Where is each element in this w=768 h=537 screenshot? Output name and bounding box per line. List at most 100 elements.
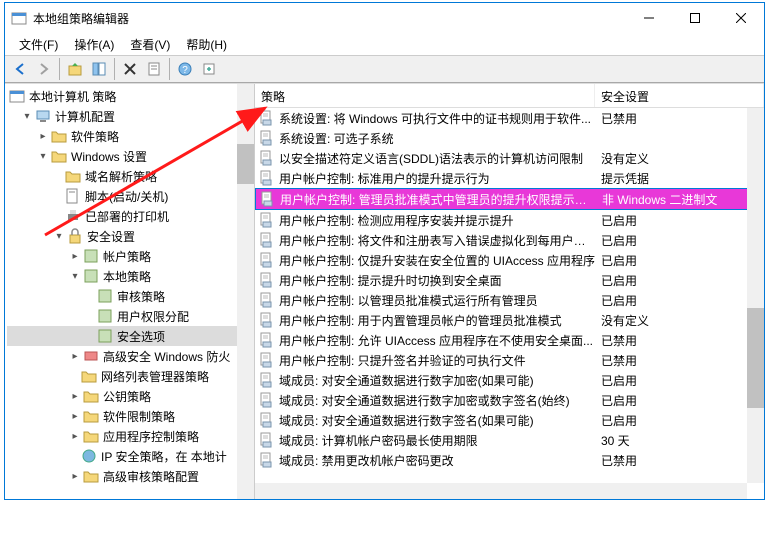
tree-account-policies[interactable]: ▸帐户策略 bbox=[7, 246, 252, 266]
policy-row[interactable]: 用户帐户控制: 仅提升安装在安全位置的 UIAccess 应用程序已启用 bbox=[255, 250, 764, 270]
policy-icon bbox=[259, 452, 275, 468]
policy-name: 用户帐户控制: 检测应用程序安装并提示提升 bbox=[279, 212, 595, 229]
policy-row[interactable]: 用户帐户控制: 只提升签名并验证的可执行文件已禁用 bbox=[255, 350, 764, 370]
policy-icon bbox=[259, 432, 275, 448]
policy-row[interactable]: 域成员: 对安全通道数据进行数字加密(如果可能)已启用 bbox=[255, 370, 764, 390]
policy-icon bbox=[260, 191, 276, 207]
app-icon bbox=[11, 10, 27, 26]
forward-button[interactable] bbox=[33, 58, 55, 80]
tree-root[interactable]: 本地计算机 策略 bbox=[7, 86, 252, 106]
tree-software-settings[interactable]: ▸软件策略 bbox=[7, 126, 252, 146]
policy-row[interactable]: 域成员: 对安全通道数据进行数字加密或数字签名(始终)已启用 bbox=[255, 390, 764, 410]
policy-name: 用户帐户控制: 将文件和注册表写入错误虚拟化到每用户位置 bbox=[279, 232, 595, 249]
policy-row[interactable]: 用户帐户控制: 检测应用程序安装并提示提升已启用 bbox=[255, 210, 764, 230]
content-area: 本地计算机 策略 ▾计算机配置 ▸软件策略 ▾Windows 设置 域名解析策略… bbox=[5, 83, 764, 499]
policy-icon bbox=[259, 292, 275, 308]
tree-computer-config[interactable]: ▾计算机配置 bbox=[7, 106, 252, 126]
policy-name: 用户帐户控制: 仅提升安装在安全位置的 UIAccess 应用程序 bbox=[279, 252, 595, 269]
tree-audit-policy[interactable]: 审核策略 bbox=[7, 286, 252, 306]
policy-icon bbox=[259, 312, 275, 328]
policy-row[interactable]: 用户帐户控制: 提示提升时切换到安全桌面已启用 bbox=[255, 270, 764, 290]
tree: 本地计算机 策略 ▾计算机配置 ▸软件策略 ▾Windows 设置 域名解析策略… bbox=[5, 84, 254, 499]
tree-network-list[interactable]: 网络列表管理器策略 bbox=[7, 366, 252, 386]
policy-setting: 已启用 bbox=[595, 232, 764, 249]
policy-row[interactable]: 用户帐户控制: 管理员批准模式中管理员的提升权限提示的...非 Windows … bbox=[255, 188, 764, 210]
policy-row[interactable]: 用户帐户控制: 用于内置管理员帐户的管理员批准模式没有定义 bbox=[255, 310, 764, 330]
titlebar: 本地组策略编辑器 bbox=[5, 3, 764, 33]
list-vscrollbar[interactable] bbox=[747, 108, 764, 483]
menu-action[interactable]: 操作(A) bbox=[66, 34, 122, 55]
policy-setting: 提示凭据 bbox=[595, 170, 764, 187]
policy-setting: 已启用 bbox=[595, 392, 764, 409]
policy-row[interactable]: 域成员: 对安全通道数据进行数字签名(如果可能)已启用 bbox=[255, 410, 764, 430]
policy-name: 域成员: 计算机帐户密码最长使用期限 bbox=[279, 432, 595, 449]
policy-row[interactable]: 用户帐户控制: 允许 UIAccess 应用程序在不使用安全桌面...已禁用 bbox=[255, 330, 764, 350]
tree-security-options[interactable]: 安全选项 bbox=[7, 326, 252, 346]
column-security[interactable]: 安全设置 bbox=[595, 84, 764, 107]
tree-firewall[interactable]: ▸高级安全 Windows 防火 bbox=[7, 346, 252, 366]
menu-file[interactable]: 文件(F) bbox=[11, 34, 66, 55]
help-button[interactable]: ? bbox=[174, 58, 196, 80]
policy-icon bbox=[259, 110, 275, 126]
policy-row[interactable]: 以安全描述符定义语言(SDDL)语法表示的计算机访问限制没有定义 bbox=[255, 148, 764, 168]
list-header: 策略 安全设置 bbox=[255, 84, 764, 108]
tree-windows-settings[interactable]: ▾Windows 设置 bbox=[7, 146, 252, 166]
column-policy[interactable]: 策略 bbox=[255, 84, 595, 107]
properties-button[interactable] bbox=[143, 58, 165, 80]
policy-icon bbox=[259, 412, 275, 428]
up-button[interactable] bbox=[64, 58, 86, 80]
policy-row[interactable]: 系统设置: 可选子系统 bbox=[255, 128, 764, 148]
list-body[interactable]: 系统设置: 将 Windows 可执行文件中的证书规则用于软件...已禁用系统设… bbox=[255, 108, 764, 470]
policy-setting: 已禁用 bbox=[595, 452, 764, 469]
policy-row[interactable]: 系统设置: 将 Windows 可执行文件中的证书规则用于软件...已禁用 bbox=[255, 108, 764, 128]
policy-setting: 已启用 bbox=[595, 212, 764, 229]
policy-icon bbox=[259, 392, 275, 408]
list-hscrollbar[interactable] bbox=[255, 483, 747, 499]
policy-name: 系统设置: 将 Windows 可执行文件中的证书规则用于软件... bbox=[279, 110, 595, 127]
tree-pane[interactable]: 本地计算机 策略 ▾计算机配置 ▸软件策略 ▾Windows 设置 域名解析策略… bbox=[5, 84, 255, 499]
list-pane: 策略 安全设置 系统设置: 将 Windows 可执行文件中的证书规则用于软件.… bbox=[255, 84, 764, 499]
tree-public-key[interactable]: ▸公钥策略 bbox=[7, 386, 252, 406]
minimize-button[interactable] bbox=[626, 3, 672, 33]
separator bbox=[59, 58, 60, 80]
policy-icon bbox=[259, 212, 275, 228]
policy-name: 以安全描述符定义语言(SDDL)语法表示的计算机访问限制 bbox=[279, 150, 595, 167]
policy-setting: 已启用 bbox=[595, 372, 764, 389]
show-hide-tree-button[interactable] bbox=[88, 58, 110, 80]
back-button[interactable] bbox=[9, 58, 31, 80]
policy-row[interactable]: 用户帐户控制: 标准用户的提升提示行为提示凭据 bbox=[255, 168, 764, 188]
policy-setting: 已启用 bbox=[595, 252, 764, 269]
policy-name: 用户帐户控制: 管理员批准模式中管理员的提升权限提示的... bbox=[280, 191, 596, 208]
policy-icon bbox=[259, 150, 275, 166]
tree-software-restriction[interactable]: ▸软件限制策略 bbox=[7, 406, 252, 426]
policy-icon bbox=[259, 170, 275, 186]
policy-name: 系统设置: 可选子系统 bbox=[279, 130, 595, 147]
tree-user-rights[interactable]: 用户权限分配 bbox=[7, 306, 252, 326]
delete-button[interactable] bbox=[119, 58, 141, 80]
policy-name: 用户帐户控制: 用于内置管理员帐户的管理员批准模式 bbox=[279, 312, 595, 329]
tree-app-control[interactable]: ▸应用程序控制策略 bbox=[7, 426, 252, 446]
policy-icon bbox=[259, 130, 275, 146]
export-button[interactable] bbox=[198, 58, 220, 80]
maximize-button[interactable] bbox=[672, 3, 718, 33]
policy-row[interactable]: 域成员: 计算机帐户密码最长使用期限30 天 bbox=[255, 430, 764, 450]
tree-deployed-printers[interactable]: 已部署的打印机 bbox=[7, 206, 252, 226]
menu-view[interactable]: 查看(V) bbox=[122, 34, 178, 55]
main-window: 本地组策略编辑器 文件(F) 操作(A) 查看(V) 帮助(H) ? 本地计算机… bbox=[4, 2, 765, 500]
policy-setting: 已禁用 bbox=[595, 332, 764, 349]
policy-row[interactable]: 用户帐户控制: 以管理员批准模式运行所有管理员已启用 bbox=[255, 290, 764, 310]
tree-advanced-audit[interactable]: ▸高级审核策略配置 bbox=[7, 466, 252, 486]
policy-setting: 30 天 bbox=[595, 432, 764, 449]
tree-scripts[interactable]: 脚本(启动/关机) bbox=[7, 186, 252, 206]
menu-help[interactable]: 帮助(H) bbox=[178, 34, 235, 55]
tree-ip-security[interactable]: IP 安全策略，在 本地计 bbox=[7, 446, 252, 466]
policy-row[interactable]: 用户帐户控制: 将文件和注册表写入错误虚拟化到每用户位置已启用 bbox=[255, 230, 764, 250]
separator bbox=[169, 58, 170, 80]
policy-name: 域成员: 对安全通道数据进行数字加密或数字签名(始终) bbox=[279, 392, 595, 409]
tree-scrollbar[interactable] bbox=[237, 84, 254, 499]
tree-name-resolution[interactable]: 域名解析策略 bbox=[7, 166, 252, 186]
policy-row[interactable]: 域成员: 禁用更改机帐户密码更改已禁用 bbox=[255, 450, 764, 470]
tree-local-policies[interactable]: ▾本地策略 bbox=[7, 266, 252, 286]
close-button[interactable] bbox=[718, 3, 764, 33]
tree-security-settings[interactable]: ▾安全设置 bbox=[7, 226, 252, 246]
